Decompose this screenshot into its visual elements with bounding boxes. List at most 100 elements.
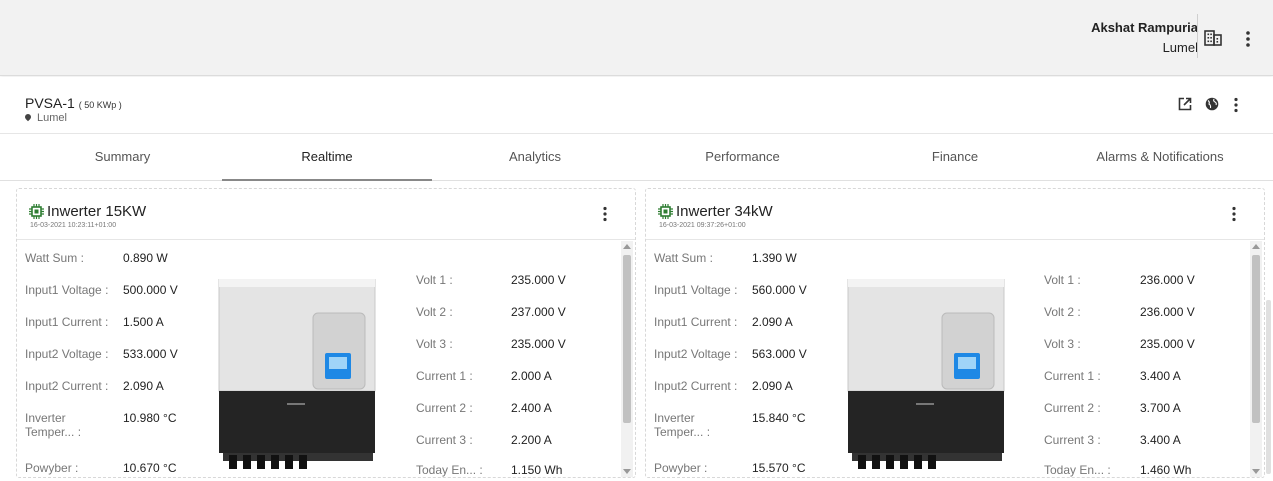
site-capacity: ( 50 KWp ) — [78, 100, 122, 110]
metric-row: Current 3 : 2.200 A — [416, 433, 552, 447]
header-divider — [1197, 14, 1198, 58]
card-title: Inwerter 34kW — [676, 203, 773, 220]
metric-label: Volt 1 : — [416, 273, 453, 287]
metric-row: Volt 3 : 235.000 V — [416, 337, 566, 351]
metric-label: Volt 2 : — [416, 305, 453, 319]
site-location: Lumel — [23, 112, 67, 124]
metric-label: Today En... : — [416, 463, 483, 477]
more-vert-icon[interactable] — [1245, 30, 1251, 48]
metric-label: Volt 3 : — [1044, 337, 1081, 351]
metric-value: 500.000 V — [123, 283, 178, 297]
inverter-chip-icon — [658, 204, 673, 219]
metric-row: Input1 Current : 1.500 A — [25, 315, 164, 329]
metric-label: Volt 3 : — [416, 337, 453, 351]
card-body[interactable]: Watt Sum : 0.890 W Input1 Voltage : 500.00… — [17, 241, 635, 481]
metric-value: 10.980 °C — [123, 411, 177, 425]
metric-label: Powyber : — [25, 461, 79, 475]
metric-row: Volt 3 : 235.000 V — [1044, 337, 1195, 351]
metric-row: Powyber : 10.670 °C — [25, 461, 177, 475]
metric-value: 10.670 °C — [123, 461, 177, 475]
metric-row: Current 2 : 3.700 A — [1044, 401, 1181, 415]
metric-row: Current 3 : 3.400 A — [1044, 433, 1181, 447]
scroll-down-arrow[interactable] — [623, 469, 631, 474]
card-more-vert-icon[interactable] — [602, 206, 608, 222]
metric-value: 3.400 A — [1140, 369, 1181, 383]
inverter-card: Inwerter 34kW 16-03-2021 09:37:26+01:00 … — [645, 188, 1265, 478]
user-info[interactable]: Akshat Rampuria Lumel — [1091, 18, 1198, 58]
metric-value: 0.890 W — [123, 251, 168, 265]
page-scrollbar[interactable] — [1266, 300, 1271, 474]
site-header: PVSA-1 ( 50 KWp ) Lumel — [0, 77, 1273, 134]
card-title: Inwerter 15KW — [47, 203, 147, 220]
metric-label: Current 1 : — [416, 369, 473, 383]
scroll-thumb[interactable] — [623, 255, 631, 423]
metric-value: 236.000 V — [1140, 305, 1195, 319]
metric-label: Current 2 : — [1044, 401, 1101, 415]
metric-value: 2.200 A — [511, 433, 552, 447]
card-header: Inwerter 15KW 16-03-2021 10:23:11+01:00 — [17, 189, 635, 240]
metric-row: Input2 Voltage : 533.000 V — [25, 347, 178, 361]
top-bar: Akshat Rampuria Lumel — [0, 0, 1273, 76]
tab-summary[interactable]: Summary — [25, 135, 220, 181]
metric-row: Today En... : 1.150 Wh — [416, 463, 562, 477]
metric-value: 2.090 A — [752, 379, 793, 393]
metric-row: Volt 1 : 236.000 V — [1044, 273, 1195, 287]
metric-row: Input1 Voltage : 500.000 V — [25, 283, 178, 297]
metric-row: Current 1 : 3.400 A — [1044, 369, 1181, 383]
metric-row: Volt 2 : 237.000 V — [416, 305, 566, 319]
metric-value: 235.000 V — [511, 337, 566, 351]
metric-row: Current 2 : 2.400 A — [416, 401, 552, 415]
metric-label: Volt 2 : — [1044, 305, 1081, 319]
card-timestamp: 16-03-2021 10:23:11+01:00 — [30, 222, 117, 229]
metric-value: 563.000 V — [752, 347, 807, 361]
metric-label: Input2 Voltage : — [25, 347, 109, 361]
tab-finance[interactable]: Finance — [850, 135, 1060, 181]
metric-label: Input2 Current : — [25, 379, 109, 393]
tab-analytics[interactable]: Analytics — [435, 135, 635, 181]
metric-label: Watt Sum : — [654, 251, 713, 265]
location-pin-icon — [23, 112, 33, 122]
metric-value: 236.000 V — [1140, 273, 1195, 287]
tab-realtime[interactable]: Realtime — [222, 135, 432, 181]
card-scrollbar[interactable] — [621, 241, 633, 477]
scroll-up-arrow[interactable] — [1252, 244, 1260, 249]
card-timestamp: 16-03-2021 09:37:26+01:00 — [659, 222, 746, 229]
site-name: PVSA-1 — [25, 95, 75, 111]
metric-value: 15.570 °C — [752, 461, 806, 475]
tab-performance[interactable]: Performance — [640, 135, 845, 181]
site-title: PVSA-1 ( 50 KWp ) — [25, 95, 122, 111]
metric-label: Current 2 : — [416, 401, 473, 415]
metric-label: Watt Sum : — [25, 251, 84, 265]
metric-value: 1.460 Wh — [1140, 463, 1192, 477]
scroll-down-arrow[interactable] — [1252, 469, 1260, 474]
building-icon[interactable] — [1204, 30, 1222, 46]
metric-label: Today En... : — [1044, 463, 1111, 477]
metric-label: Volt 1 : — [1044, 273, 1081, 287]
metric-label: Inverter Temper... : — [25, 411, 82, 439]
metric-row: Powyber : 15.570 °C — [654, 461, 806, 475]
globe-icon[interactable] — [1205, 97, 1219, 111]
metric-row: Input2 Voltage : 563.000 V — [654, 347, 807, 361]
tab-alarms-notifications[interactable]: Alarms & Notifications — [1060, 135, 1260, 181]
scroll-up-arrow[interactable] — [623, 244, 631, 249]
metric-value: 15.840 °C — [752, 411, 806, 425]
tab-bar: Summary Realtime Analytics Performance F… — [0, 135, 1273, 181]
user-org: Lumel — [1162, 40, 1198, 55]
metric-label: Input2 Voltage : — [654, 347, 738, 361]
card-body[interactable]: Watt Sum : 1.390 W Input1 Voltage : 560.00… — [646, 241, 1264, 481]
metric-row: Today En... : 1.460 Wh — [1044, 463, 1191, 477]
card-header: Inwerter 34kW 16-03-2021 09:37:26+01:00 — [646, 189, 1264, 240]
scroll-thumb[interactable] — [1252, 255, 1260, 423]
card-more-vert-icon[interactable] — [1231, 206, 1237, 222]
card-scrollbar[interactable] — [1250, 241, 1262, 477]
metric-label: Input1 Current : — [25, 315, 109, 329]
metric-value: 533.000 V — [123, 347, 178, 361]
metric-value: 1.500 A — [123, 315, 164, 329]
metric-row: Watt Sum : 1.390 W — [654, 251, 797, 265]
metric-row: Volt 1 : 235.000 V — [416, 273, 566, 287]
metric-label: Inverter Temper... : — [654, 411, 711, 439]
metric-value: 560.000 V — [752, 283, 807, 297]
open-in-new-icon[interactable] — [1178, 97, 1192, 111]
metric-value: 235.000 V — [511, 273, 566, 287]
site-more-vert-icon[interactable] — [1233, 97, 1239, 113]
